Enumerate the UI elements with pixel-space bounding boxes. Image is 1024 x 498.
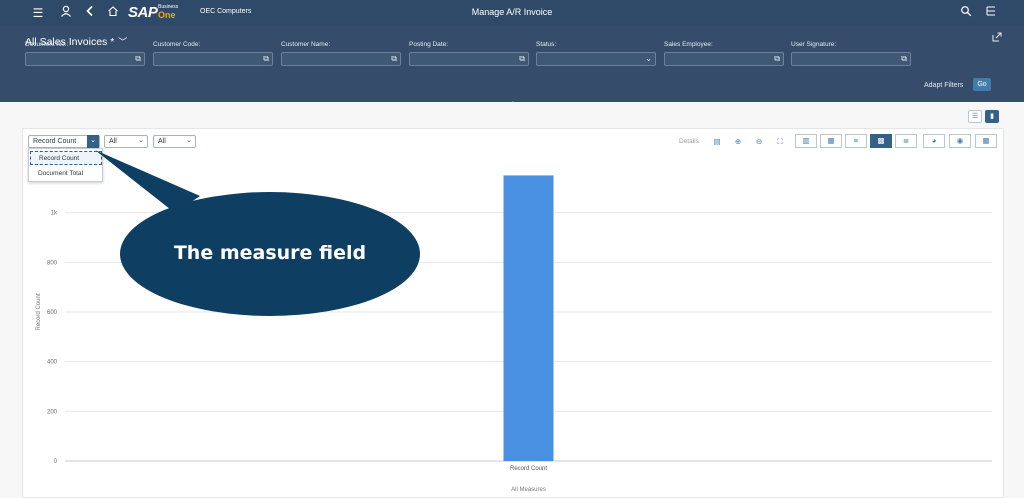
filter-customer-code: Customer Code: ⧉ bbox=[153, 41, 273, 66]
bar-chart-icon[interactable]: ≡ bbox=[845, 134, 867, 148]
selected-chart-icon[interactable]: ▩ bbox=[870, 134, 892, 148]
filter-status: Status: ⌄ bbox=[536, 41, 656, 66]
column-chart-icon[interactable]: ▥ bbox=[795, 134, 817, 148]
dimension-select[interactable]: All ⌄ bbox=[104, 135, 148, 148]
measure-option-document-total[interactable]: Document Total bbox=[30, 167, 102, 181]
value-help-icon[interactable]: ⧉ bbox=[901, 54, 907, 64]
user-signature-field[interactable]: ⧉ bbox=[791, 52, 911, 66]
filter-label: Sales Employee: bbox=[664, 41, 713, 48]
chevron-down-icon[interactable]: ⌄ bbox=[183, 135, 195, 148]
posting-date-field[interactable]: ⧉ bbox=[409, 52, 529, 66]
customer-name-field[interactable]: ⧉ bbox=[281, 52, 401, 66]
share-icon[interactable] bbox=[992, 32, 1004, 44]
filter-label: Customer Code: bbox=[153, 41, 201, 48]
customer-code-field[interactable]: ⧉ bbox=[153, 52, 273, 66]
measure-option-record-count[interactable]: Record Count bbox=[30, 151, 102, 165]
status-select[interactable]: ⌄ bbox=[536, 52, 656, 66]
measure-dropdown: Record Count Document Total bbox=[28, 148, 103, 182]
measure-select-value: Record Count bbox=[33, 138, 77, 145]
go-button[interactable]: Go bbox=[973, 78, 991, 91]
chevron-down-icon[interactable]: ⌄ bbox=[135, 135, 147, 148]
line-chart-icon[interactable]: ≣ bbox=[895, 134, 917, 148]
shell-bar: ☰ SAP Business One OEC Computers Manage … bbox=[0, 0, 1024, 26]
filter-label: Document No.: bbox=[25, 41, 69, 48]
chevron-down-icon[interactable]: ⌄ bbox=[87, 135, 99, 148]
sales-employee-field[interactable]: ⧉ bbox=[664, 52, 784, 66]
filter-posting-date: Posting Date: ⧉ bbox=[409, 41, 529, 66]
filter-customer-name: Customer Name: ⧉ bbox=[281, 41, 401, 66]
zoom-out-icon[interactable]: ⊖ bbox=[751, 135, 767, 148]
stacked-column-icon[interactable]: ▦ bbox=[820, 134, 842, 148]
details-button[interactable]: Details bbox=[679, 138, 699, 145]
app-title: Manage A/R Invoice bbox=[471, 7, 553, 17]
value-help-icon[interactable]: ⧉ bbox=[519, 54, 525, 64]
filter-sales-employee: Sales Employee: ⧉ bbox=[664, 41, 784, 66]
filter-document-no: Document No.: ⧉ bbox=[25, 41, 145, 66]
zoom-in-icon[interactable]: ⊕ bbox=[730, 135, 746, 148]
chart-view-toggle[interactable]: ▮ bbox=[985, 110, 999, 123]
chevron-down-icon[interactable]: ⌄ bbox=[645, 54, 652, 63]
filter-label: User Signature: bbox=[791, 41, 837, 48]
callout-text: The measure field bbox=[173, 242, 367, 264]
value-help-icon[interactable]: ⧉ bbox=[774, 54, 780, 64]
donut-chart-icon[interactable]: ◉ bbox=[949, 134, 971, 148]
dimension-select-value: All bbox=[109, 138, 117, 145]
filter-label: Status: bbox=[536, 41, 557, 48]
pie-chart-icon[interactable]: ◕ bbox=[923, 134, 945, 148]
content-area bbox=[0, 102, 1024, 498]
document-no-field[interactable]: ⧉ bbox=[25, 52, 145, 66]
filter-user-signature: User Signature: ⧉ bbox=[791, 41, 911, 66]
legend-icon[interactable]: ▤ bbox=[709, 135, 725, 148]
series-select-value: All bbox=[158, 138, 166, 145]
filter-label: Customer Name: bbox=[281, 41, 331, 48]
measure-select[interactable]: Record Count ⌄ bbox=[28, 135, 100, 148]
chart-panel bbox=[22, 128, 1004, 498]
series-select[interactable]: All ⌄ bbox=[153, 135, 196, 148]
filter-label: Posting Date: bbox=[409, 41, 449, 48]
value-help-icon[interactable]: ⧉ bbox=[391, 54, 397, 64]
heatmap-icon[interactable]: ▦ bbox=[975, 134, 997, 148]
table-view-toggle[interactable]: ☰ bbox=[968, 110, 982, 123]
value-help-icon[interactable]: ⧉ bbox=[135, 54, 141, 64]
value-help-icon[interactable]: ⧉ bbox=[263, 54, 269, 64]
adapt-filters-button[interactable]: Adapt Filters bbox=[924, 82, 963, 89]
fullscreen-icon[interactable]: ⛶ bbox=[772, 135, 788, 148]
notifications-icon[interactable] bbox=[983, 5, 999, 21]
search-icon[interactable] bbox=[958, 5, 974, 21]
